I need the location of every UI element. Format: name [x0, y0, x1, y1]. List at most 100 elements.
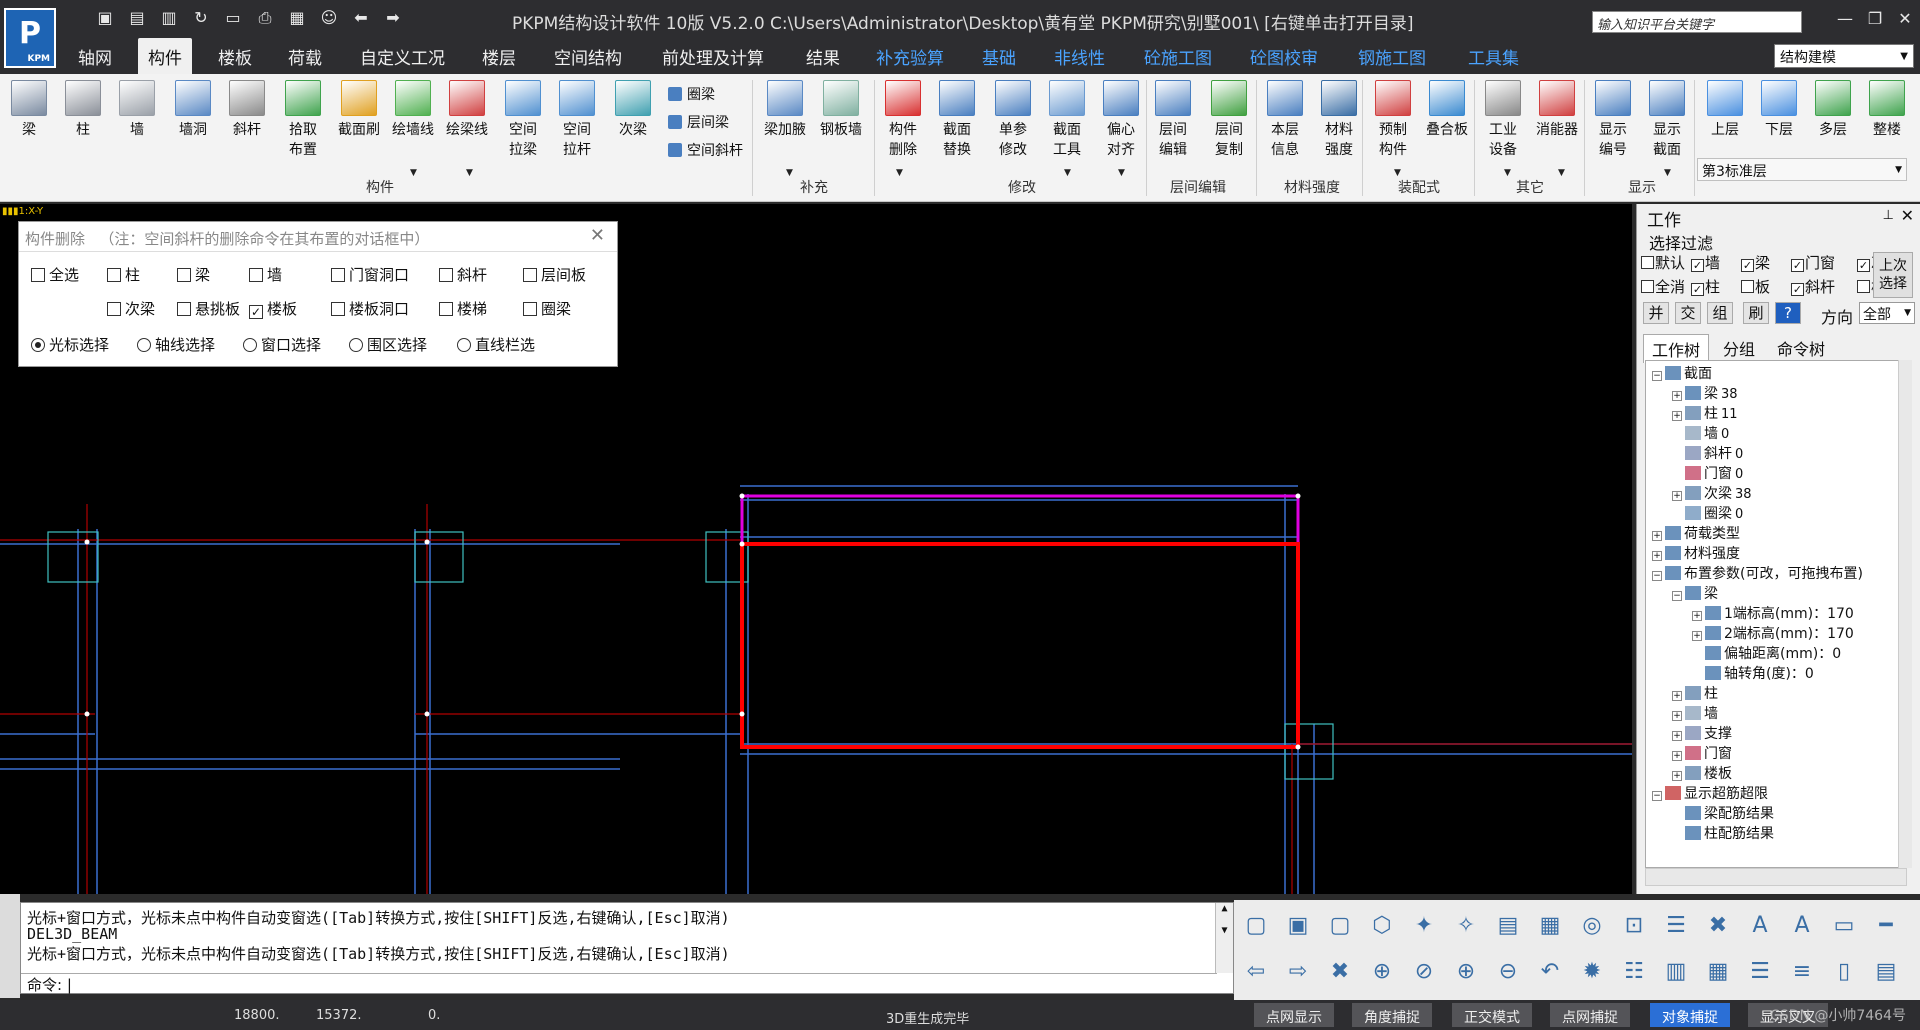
- panel-tab[interactable]: 分组: [1715, 334, 1763, 362]
- knowledge-search-input[interactable]: 输入知识平台关键字: [1592, 11, 1802, 33]
- menu-item[interactable]: 自定义工况: [360, 44, 445, 69]
- close-icon[interactable]: ✕: [1892, 9, 1918, 29]
- direction-select[interactable]: 全部 ▼: [1859, 302, 1915, 324]
- dialog-checkbox[interactable]: 全选: [31, 264, 79, 285]
- dropdown-arrow-icon[interactable]: ▼: [786, 168, 793, 178]
- dialog-radio[interactable]: 轴线选择: [137, 334, 215, 355]
- tree-node[interactable]: 轴转角(度)：0: [1692, 663, 1814, 683]
- light-bulb-icon[interactable]: ✦: [1406, 908, 1442, 944]
- dialog-checkbox[interactable]: 次梁: [107, 298, 155, 319]
- menu-item[interactable]: 砼施工图: [1144, 44, 1212, 69]
- tree-node[interactable]: 斜杆 0: [1672, 443, 1743, 463]
- panel-tool-button[interactable]: 并: [1643, 302, 1669, 324]
- ribbon-button[interactable]: 绘墙线: [388, 80, 438, 140]
- expand-icon[interactable]: +: [1652, 531, 1662, 541]
- expand-icon[interactable]: +: [1672, 391, 1682, 401]
- tree-node[interactable]: − 梁: [1672, 583, 1718, 603]
- grid-view-icon[interactable]: ▦: [1532, 908, 1568, 944]
- ribbon-small-button[interactable]: 层间梁: [668, 112, 729, 132]
- filter-checkbox[interactable]: 默认: [1641, 252, 1685, 273]
- panel-icon[interactable]: ▯: [1826, 954, 1862, 990]
- cube-front-icon[interactable]: ▢: [1238, 908, 1274, 944]
- ribbon-button[interactable]: 梁: [4, 80, 54, 140]
- ribbon-button[interactable]: 下层: [1754, 80, 1804, 140]
- tree-node[interactable]: + 材料强度: [1652, 543, 1740, 563]
- dropdown-arrow-icon[interactable]: ▼: [410, 168, 417, 178]
- ribbon-button[interactable]: 构件 删除: [878, 80, 928, 160]
- ribbon-button[interactable]: 单参 修改: [988, 80, 1038, 160]
- dialog-checkbox[interactable]: 柱: [107, 264, 140, 285]
- erase-icon[interactable]: ✖: [1700, 908, 1736, 944]
- dialog-checkbox[interactable]: 斜杆: [439, 264, 487, 285]
- ribbon-button[interactable]: 次梁: [608, 80, 658, 140]
- ruler-icon[interactable]: ━: [1868, 908, 1904, 944]
- ribbon-small-button[interactable]: 圈梁: [668, 84, 715, 104]
- filter-checkbox[interactable]: ✓ 斜杆: [1791, 276, 1835, 297]
- panel-tab[interactable]: 工作树: [1643, 334, 1710, 363]
- tree-node[interactable]: + 荷载类型: [1652, 523, 1740, 543]
- ribbon-button[interactable]: 多层: [1808, 80, 1858, 140]
- dropdown-arrow-icon[interactable]: ▼: [1394, 168, 1401, 178]
- ribbon-button[interactable]: 整楼: [1862, 80, 1912, 140]
- ribbon-button[interactable]: 绘梁线: [442, 80, 492, 140]
- tree-node[interactable]: +1端标高(mm)：170: [1692, 603, 1854, 623]
- dialog-checkbox[interactable]: 楼梯: [439, 298, 487, 319]
- dropdown-arrow-icon[interactable]: ▼: [1064, 168, 1071, 178]
- tree-node[interactable]: + 墙: [1672, 703, 1718, 723]
- dialog-checkbox[interactable]: 悬挑板: [177, 298, 240, 319]
- tree-node[interactable]: − 布置参数(可改，可拖拽布置): [1652, 563, 1863, 583]
- clipboard-icon[interactable]: ▦: [286, 8, 308, 28]
- ribbon-button[interactable]: 材料 强度: [1314, 80, 1364, 160]
- restore-icon[interactable]: ❐: [1862, 9, 1888, 29]
- expand-icon[interactable]: +: [1692, 631, 1702, 641]
- tree-node[interactable]: + 支撑: [1672, 723, 1732, 743]
- pan-right-icon[interactable]: ⇨: [1280, 954, 1316, 990]
- role-select[interactable]: 结构建模 ▼: [1774, 44, 1914, 68]
- pan-left-icon[interactable]: ⇦: [1238, 954, 1274, 990]
- menu-item[interactable]: 构件: [138, 38, 192, 74]
- table-icon[interactable]: ▦: [1700, 954, 1736, 990]
- sheet-icon[interactable]: ▤: [1868, 954, 1904, 990]
- dropdown-arrow-icon[interactable]: ▼: [1118, 168, 1125, 178]
- ribbon-button[interactable]: 偏心 对齐: [1096, 80, 1146, 160]
- menu-item[interactable]: 轴网: [78, 44, 112, 69]
- status-toggle-button[interactable]: 正交模式: [1452, 1003, 1532, 1027]
- panel-close-icon[interactable]: ✕: [1901, 206, 1914, 225]
- layer-icon[interactable]: ☰: [1658, 908, 1694, 944]
- ribbon-button[interactable]: 上层: [1700, 80, 1750, 140]
- list-icon[interactable]: ☰: [1742, 954, 1778, 990]
- tree-node[interactable]: 圈梁 0: [1672, 503, 1743, 523]
- expand-icon[interactable]: +: [1672, 711, 1682, 721]
- ribbon-button[interactable]: 叠合板: [1422, 80, 1472, 140]
- refresh-icon[interactable]: ↻: [190, 8, 212, 28]
- expand-icon[interactable]: +: [1672, 751, 1682, 761]
- save-icon[interactable]: ▣: [94, 8, 116, 28]
- expand-icon[interactable]: +: [1652, 551, 1662, 561]
- zoom-prev-icon[interactable]: ↶: [1532, 954, 1568, 990]
- expand-icon[interactable]: +: [1692, 611, 1702, 621]
- tree-node[interactable]: + 柱: [1672, 683, 1718, 703]
- dialog-radio[interactable]: 围区选择: [349, 334, 427, 355]
- orbit-icon[interactable]: ◎: [1574, 908, 1610, 944]
- dialog-checkbox[interactable]: 层间板: [523, 264, 586, 285]
- zoom-dynamic-icon[interactable]: ⊘: [1406, 954, 1442, 990]
- zoom-out-icon[interactable]: ⊖: [1490, 954, 1526, 990]
- expand-icon[interactable]: +: [1672, 771, 1682, 781]
- status-toggle-button[interactable]: 点网捕捉: [1550, 1003, 1630, 1027]
- command-scrollbar[interactable]: ▲ ▼: [1215, 903, 1233, 973]
- dwg-icon[interactable]: ▭: [222, 8, 244, 28]
- user-icon[interactable]: ☺: [318, 8, 340, 28]
- ribbon-button[interactable]: 显示 编号: [1588, 80, 1638, 160]
- tree-node[interactable]: +2端标高(mm)：170: [1692, 623, 1854, 643]
- tree-node[interactable]: + 门窗: [1672, 743, 1732, 763]
- floor-select[interactable]: 第3标准层 ▼: [1697, 158, 1907, 181]
- ribbon-button[interactable]: 斜杆: [222, 80, 272, 140]
- panel-tool-button[interactable]: 组: [1707, 302, 1733, 324]
- light-settings-icon[interactable]: ✹: [1574, 954, 1610, 990]
- ribbon-button[interactable]: 墙洞: [168, 80, 218, 140]
- collapse-icon[interactable]: −: [1672, 591, 1682, 601]
- panel-tab[interactable]: 命令树: [1769, 334, 1833, 362]
- menu-item[interactable]: 前处理及计算: [662, 44, 764, 69]
- tree-node[interactable]: 门窗 0: [1672, 463, 1743, 483]
- menu-item[interactable]: 砼图校审: [1250, 44, 1318, 69]
